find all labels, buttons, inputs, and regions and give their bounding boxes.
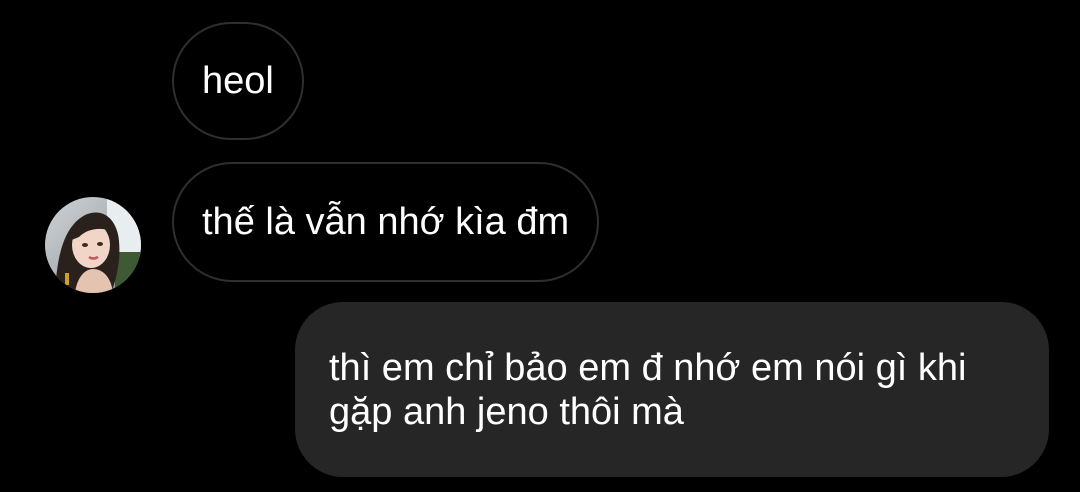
received-message-bubble[interactable]: thế là vẫn nhớ kìa đm xyxy=(172,162,600,282)
message-text: heol xyxy=(202,60,274,102)
received-message-bubble[interactable]: heol xyxy=(172,22,304,140)
message-text: thế là vẫn nhớ kìa đm xyxy=(202,201,570,243)
sent-message-bubble[interactable]: thì em chỉ bảo em đ nhớ em nói gì khi gặ… xyxy=(295,302,1049,477)
avatar-photo-icon xyxy=(45,197,141,293)
message-text: thì em chỉ bảo em đ nhớ em nói gì khi gặ… xyxy=(329,346,967,433)
contact-avatar[interactable] xyxy=(45,197,141,293)
